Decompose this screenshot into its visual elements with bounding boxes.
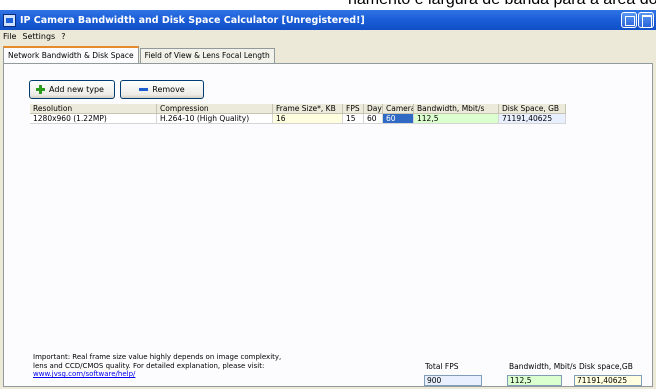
header-compression[interactable]: Compression: [157, 104, 273, 114]
minimize-icon[interactable]: [621, 12, 637, 28]
tab-panel: Add new type Remove Resolution Compressi…: [3, 63, 653, 387]
total-fps-field[interactable]: 900: [424, 375, 482, 386]
plus-icon: [36, 85, 45, 94]
remove-button-label: Remove: [152, 85, 185, 94]
tab-network-bandwidth[interactable]: Network Bandwidth & Disk Space: [3, 46, 139, 63]
header-frame-size[interactable]: Frame Size*, KB: [273, 104, 343, 114]
cell-bandwidth[interactable]: 112,5: [414, 114, 499, 124]
header-fps[interactable]: FPS: [343, 104, 364, 114]
menu-help[interactable]: ?: [61, 32, 65, 41]
app-icon: [3, 13, 16, 27]
total-disk-label: Disk space,GB: [579, 362, 633, 371]
menu-settings[interactable]: Settings: [22, 32, 55, 41]
add-button-label: Add new type: [49, 85, 104, 94]
total-fps-label: Total FPS: [425, 362, 459, 371]
cell-frame-size[interactable]: 16: [273, 114, 343, 124]
menu-bar: File Settings ?: [0, 30, 656, 43]
header-disk-space[interactable]: Disk Space, GB: [499, 104, 566, 114]
minus-icon: [139, 88, 149, 91]
remove-button[interactable]: Remove: [120, 80, 204, 99]
client-area: Network Bandwidth & Disk Space Field of …: [0, 43, 656, 389]
header-cameras[interactable]: Cameras: [383, 104, 414, 114]
total-bandwidth-label: Bandwidth, Mbit/s: [509, 362, 577, 371]
tab-strip: Network Bandwidth & Disk Space Field of …: [3, 46, 276, 63]
add-new-type-button[interactable]: Add new type: [29, 80, 115, 99]
note-line-1: Important: Real frame size value highly …: [33, 353, 282, 361]
total-bandwidth-field[interactable]: 112,5: [507, 375, 562, 386]
cell-resolution[interactable]: 1280x960 (1.22MP): [30, 114, 157, 124]
frame-size-note: Important: Real frame size value highly …: [33, 353, 333, 379]
cell-fps[interactable]: 15: [343, 114, 364, 124]
window-title: IP Camera Bandwidth and Disk Space Calcu…: [20, 14, 365, 26]
cell-days[interactable]: 60: [364, 114, 383, 124]
header-resolution[interactable]: Resolution: [30, 104, 157, 114]
tab-field-of-view[interactable]: Field of View & Lens Focal Length: [139, 48, 275, 63]
cell-disk-space[interactable]: 71191,40625: [499, 114, 566, 124]
header-days[interactable]: Days: [364, 104, 383, 114]
title-bar[interactable]: IP Camera Bandwidth and Disk Space Calcu…: [0, 10, 656, 30]
caption-strip: namento e largura de banda para a área d…: [0, 0, 656, 10]
help-link[interactable]: www.jvsg.com/software/help/: [33, 370, 333, 379]
cell-compression[interactable]: H.264-10 (High Quality): [157, 114, 273, 124]
menu-file[interactable]: File: [3, 32, 16, 41]
cell-cameras[interactable]: 60: [383, 114, 414, 124]
header-bandwidth[interactable]: Bandwidth, Mbit/s: [414, 104, 499, 114]
note-line-2: lens and CCD/CMOS quality. For detailed …: [33, 361, 265, 370]
maximize-icon[interactable]: [638, 12, 654, 28]
caption-text: namento e largura de banda para a área d…: [348, 0, 656, 9]
total-disk-field[interactable]: 71191,40625: [574, 375, 642, 386]
